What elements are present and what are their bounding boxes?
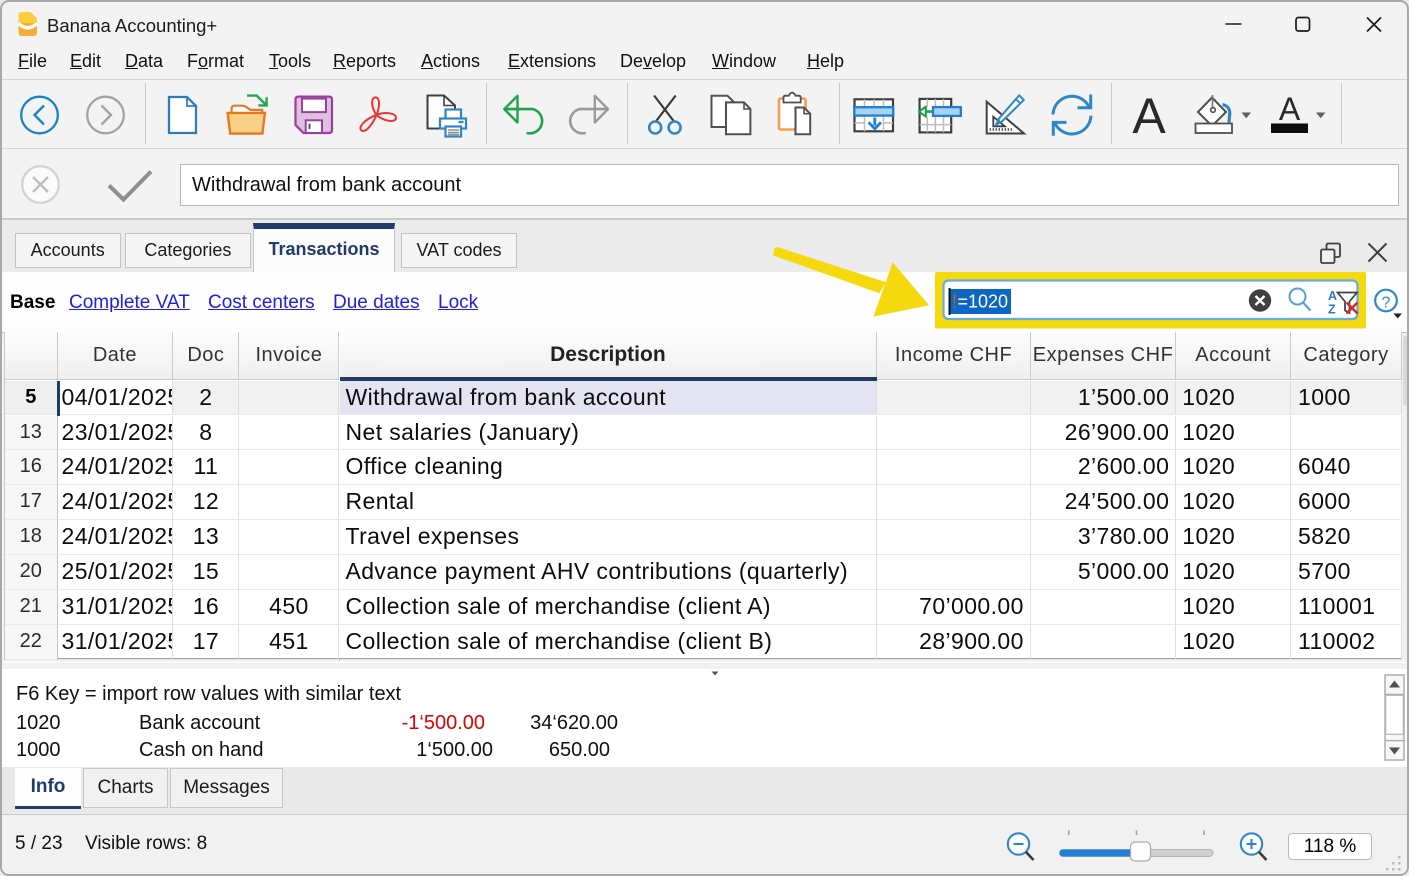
svg-text:A: A [1279,91,1301,127]
svg-text:=1020: =1020 [958,292,1009,312]
svg-text:Z: Z [1328,303,1336,317]
svg-text:!: ! [952,292,957,312]
svg-text:A: A [1328,289,1337,303]
svg-text:A: A [1132,88,1166,144]
svg-text:?: ? [1382,295,1391,312]
